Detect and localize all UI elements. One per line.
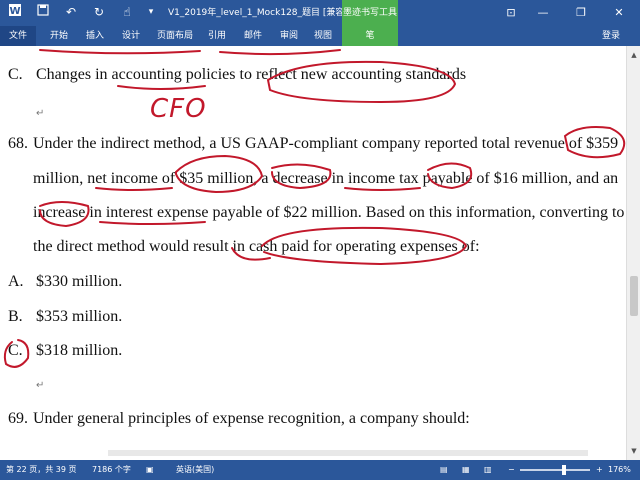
zoom-in-button[interactable]: + (596, 460, 603, 480)
question-line: Under the indirect method, a US GAAP-com… (33, 135, 619, 152)
tab-design[interactable]: 设计 (116, 26, 146, 46)
question-number: 68. (8, 135, 28, 152)
question-line: increase in interest expense payable of … (33, 204, 625, 221)
tab-review[interactable]: 审阅 (274, 26, 304, 46)
scroll-thumb[interactable] (630, 276, 638, 316)
option-text: $330 million. (36, 273, 123, 290)
zoom-level[interactable]: 176% (608, 460, 631, 480)
option-letter: B. (8, 308, 23, 325)
question-line: the direct method would result in cash p… (33, 238, 480, 255)
option-letter: C. (8, 66, 23, 83)
option-text: $318 million. (36, 342, 123, 359)
sign-in-link[interactable]: 登录 (602, 26, 620, 46)
title-bar: W ↶ ↻ ☝ ▾ V1_2019年_level_1_Mock128_题目 [兼… (0, 0, 640, 26)
zoom-out-button[interactable]: − (508, 460, 515, 480)
question-line: million, net income of $35 million, a de… (33, 170, 619, 187)
tab-home[interactable]: 开始 (44, 26, 74, 46)
close-icon[interactable]: ✕ (604, 0, 634, 26)
tab-layout[interactable]: 页面布局 (152, 26, 198, 46)
ribbon-tab-row: 文件 开始 插入 设计 页面布局 引用 邮件 审阅 视图 笔 登录 (0, 26, 640, 46)
status-bar: 第 22 页，共 39 页 7186 个字 ▣ 英语(美国) ▤ ▦ ▥ − +… (0, 460, 640, 480)
ink-tools-context-tab[interactable]: 墨迹书写工具 (342, 0, 398, 26)
save-icon[interactable] (34, 3, 52, 21)
option-text: $353 million. (36, 308, 123, 325)
tab-insert[interactable]: 插入 (80, 26, 110, 46)
scroll-up-icon[interactable]: ▲ (627, 48, 640, 62)
question-line: Under general principles of expense reco… (33, 410, 470, 427)
tab-mailings[interactable]: 邮件 (238, 26, 268, 46)
language-indicator[interactable]: 英语(美国) (176, 460, 214, 480)
vertical-scrollbar[interactable]: ▲ ▼ (626, 46, 640, 460)
word-count[interactable]: 7186 个字 (92, 460, 131, 480)
tab-file[interactable]: 文件 (0, 26, 36, 46)
print-layout-icon[interactable]: ▦ (462, 460, 470, 480)
paragraph-mark: ↵ (36, 108, 45, 119)
ribbon-options-icon[interactable]: ⊡ (496, 0, 526, 26)
question-number: 69. (8, 410, 28, 427)
read-mode-icon[interactable]: ▤ (440, 460, 448, 480)
tab-references[interactable]: 引用 (202, 26, 232, 46)
paragraph-mark: ↵ (36, 380, 45, 391)
web-layout-icon[interactable]: ▥ (484, 460, 492, 480)
document-page[interactable]: C. Changes in accounting policies to ref… (0, 46, 626, 460)
zoom-slider-thumb[interactable] (562, 465, 566, 475)
word-app-icon: W (6, 3, 24, 21)
option-letter: A. (8, 273, 24, 290)
scroll-down-icon[interactable]: ▼ (627, 444, 640, 458)
cfo-handwriting: CFO (150, 94, 207, 124)
svg-text:W: W (9, 6, 20, 17)
tab-view[interactable]: 视图 (308, 26, 338, 46)
option-text: Changes in accounting policies to reflec… (36, 66, 467, 83)
touch-mode-icon[interactable]: ☝ (118, 3, 136, 21)
redo-icon[interactable]: ↻ (90, 3, 108, 21)
restore-icon[interactable]: ❐ (566, 0, 596, 26)
document-title: V1_2019年_level_1_Mock128_题目 [兼容模... (168, 8, 362, 18)
proofing-icon[interactable]: ▣ (146, 460, 154, 480)
option-letter: C. (8, 342, 23, 359)
customize-qat-icon[interactable]: ▾ (142, 3, 160, 21)
minimize-icon[interactable]: — (528, 0, 558, 26)
page-counter[interactable]: 第 22 页，共 39 页 (6, 460, 77, 480)
tab-pen[interactable]: 笔 (342, 26, 398, 46)
zoom-slider[interactable] (520, 469, 590, 471)
undo-icon[interactable]: ↶ (62, 3, 80, 21)
horizontal-scrollbar[interactable] (108, 450, 588, 456)
